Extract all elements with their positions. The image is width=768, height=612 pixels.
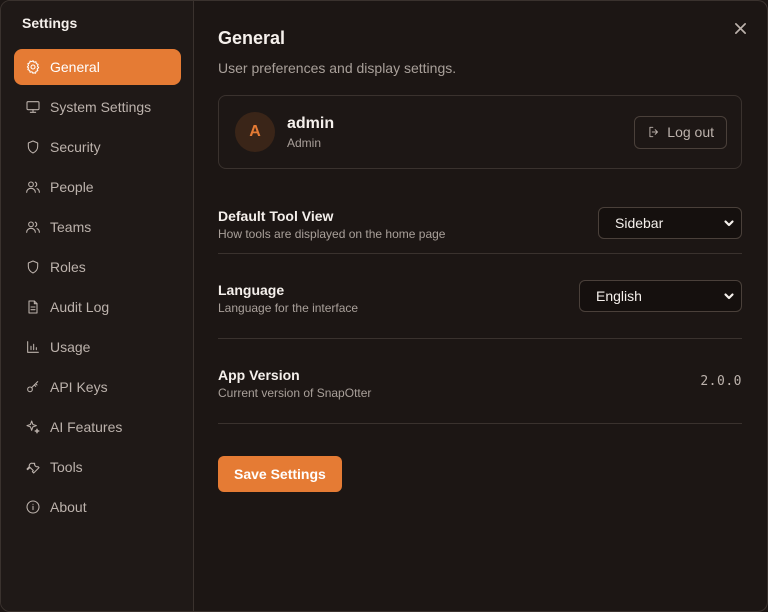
sidebar-nav: General System Settings Security People xyxy=(14,49,181,525)
sidebar-item-roles[interactable]: Roles xyxy=(14,249,181,285)
main-panel: General User preferences and display set… xyxy=(194,1,767,611)
sidebar-item-label: People xyxy=(50,179,94,195)
setting-label: Default Tool View xyxy=(218,208,334,224)
sidebar-item-teams[interactable]: Teams xyxy=(14,209,181,245)
close-button[interactable] xyxy=(731,19,749,37)
setting-language: Language Language for the interface Engl… xyxy=(218,254,742,339)
sidebar-item-label: Usage xyxy=(50,339,91,355)
user-name: admin xyxy=(287,114,335,132)
setting-desc: Current version of SnapOtter xyxy=(218,386,372,400)
sidebar-item-people[interactable]: People xyxy=(14,169,181,205)
sidebar-item-system-settings[interactable]: System Settings xyxy=(14,89,181,125)
tool-view-select[interactable]: Sidebar xyxy=(598,207,742,239)
avatar: A xyxy=(235,112,275,152)
sidebar-item-label: Roles xyxy=(50,259,86,275)
language-select[interactable]: English xyxy=(579,280,742,312)
sidebar-item-label: Audit Log xyxy=(50,299,110,315)
sidebar-item-ai-features[interactable]: AI Features xyxy=(14,409,181,445)
sidebar-item-label: API Keys xyxy=(50,379,108,395)
setting-default-tool-view: Default Tool View How tools are displaye… xyxy=(218,192,742,254)
language-value: English xyxy=(596,288,642,304)
close-icon xyxy=(734,22,746,34)
sparkles-icon xyxy=(25,419,41,435)
sidebar-item-usage[interactable]: Usage xyxy=(14,329,181,365)
sidebar-item-security[interactable]: Security xyxy=(14,129,181,165)
sidebar-item-api-keys[interactable]: API Keys xyxy=(14,369,181,405)
setting-label: Language xyxy=(218,282,285,298)
wrench-icon xyxy=(25,459,41,475)
sidebar-title: Settings xyxy=(22,15,78,31)
tool-view-value: Sidebar xyxy=(615,215,664,231)
logout-button[interactable]: Log out xyxy=(634,115,727,149)
users-icon xyxy=(25,219,41,235)
monitor-icon xyxy=(25,99,41,115)
sidebar: Settings General System Settings Securit… xyxy=(1,1,194,611)
settings-window: Settings General System Settings Securit… xyxy=(0,0,768,612)
sidebar-item-label: Teams xyxy=(50,219,92,235)
sidebar-item-audit-log[interactable]: Audit Log xyxy=(14,289,181,325)
info-icon xyxy=(25,499,41,515)
page-title: General xyxy=(218,28,286,48)
sidebar-item-about[interactable]: About xyxy=(14,489,181,525)
shield-icon xyxy=(25,259,41,275)
sidebar-item-tools[interactable]: Tools xyxy=(14,449,181,485)
user-card: A admin Admin Log out xyxy=(218,95,742,169)
sidebar-item-label: Security xyxy=(50,139,101,155)
sidebar-item-general[interactable]: General xyxy=(14,49,181,85)
user-info: admin Admin xyxy=(287,115,634,150)
sidebar-item-label: AI Features xyxy=(50,419,123,435)
setting-app-version: App Version Current version of SnapOtter… xyxy=(218,339,742,424)
setting-desc: How tools are displayed on the home page xyxy=(218,227,446,241)
logout-label: Log out xyxy=(667,124,714,140)
sidebar-item-label: System Settings xyxy=(50,99,152,115)
sidebar-item-label: About xyxy=(50,499,87,515)
users-icon xyxy=(25,179,41,195)
document-icon xyxy=(25,299,41,315)
key-icon xyxy=(25,379,41,395)
user-role: Admin xyxy=(287,135,322,150)
gear-icon xyxy=(25,59,41,75)
version-value: 2.0.0 xyxy=(700,373,742,389)
setting-label: App Version xyxy=(218,367,300,383)
page-subtitle: User preferences and display settings. xyxy=(218,60,457,76)
chevron-down-icon xyxy=(724,293,734,300)
save-settings-button[interactable]: Save Settings xyxy=(218,456,342,492)
sidebar-item-label: General xyxy=(50,59,100,75)
bar-chart-icon xyxy=(25,339,41,355)
chevron-down-icon xyxy=(724,220,734,227)
setting-desc: Language for the interface xyxy=(218,301,359,315)
logout-icon xyxy=(649,126,659,138)
shield-icon xyxy=(25,139,41,155)
sidebar-item-label: Tools xyxy=(50,459,83,475)
